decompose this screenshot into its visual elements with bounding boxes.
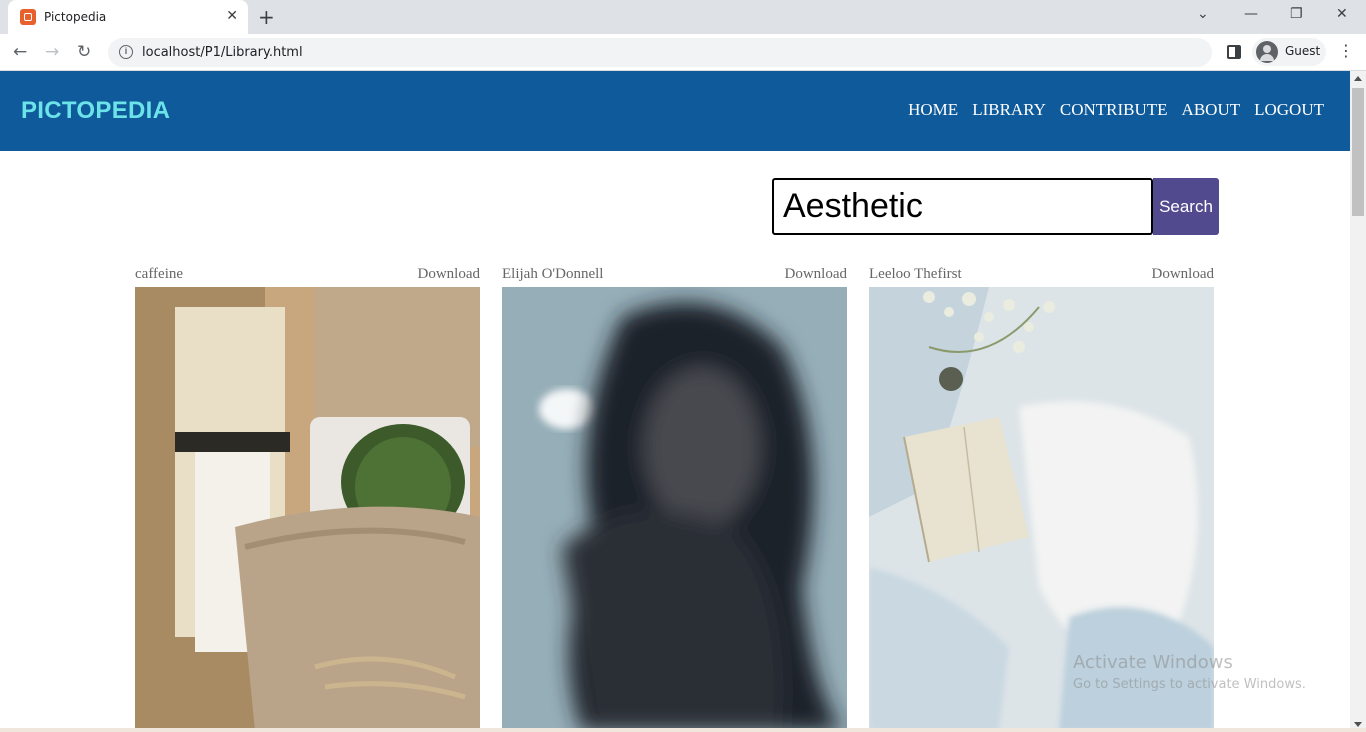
download-link[interactable]: Download [418,266,481,283]
forward-icon[interactable]: → [45,42,59,62]
restore-icon[interactable]: ❐ [1290,6,1303,22]
nav-home[interactable]: HOME [908,100,958,120]
avatar-icon [1256,41,1278,63]
scrollbar-thumb[interactable] [1352,88,1364,216]
reload-icon[interactable]: ↻ [77,42,91,62]
card-author[interactable]: caffeine [135,266,183,283]
photo-card: Elijah O'Donnell Download [502,266,847,731]
minimize-icon[interactable]: — [1244,6,1258,22]
site-logo[interactable]: PICTOPEDIA [21,97,170,125]
search-input[interactable] [772,178,1153,235]
main-nav: HOME LIBRARY CONTRIBUTE ABOUT LOGOUT [908,100,1324,120]
page-viewport: PICTOPEDIA HOME LIBRARY CONTRIBUTE ABOUT… [0,71,1350,732]
tab-title: Pictopedia [44,10,107,24]
page-scrollbar[interactable] [1350,71,1366,732]
browser-menu-icon[interactable]: ⋮ [1338,41,1354,60]
close-tab-icon[interactable]: ✕ [226,8,238,24]
new-tab-icon[interactable]: + [258,5,275,29]
browser-toolbar: ← → ↻ i localhost/P1/Library.html Guest … [0,34,1366,71]
side-panel-icon[interactable] [1227,45,1241,59]
close-window-icon[interactable]: ✕ [1336,6,1348,22]
browser-tab[interactable]: Pictopedia ✕ [8,0,248,34]
search-button[interactable]: Search [1153,178,1219,235]
nav-about[interactable]: ABOUT [1182,100,1241,120]
activation-watermark-title: Activate Windows [1073,652,1233,673]
site-info-icon[interactable]: i [119,45,133,59]
card-meta: caffeine Download [135,266,480,287]
nav-library[interactable]: LIBRARY [972,100,1046,120]
site-header: PICTOPEDIA HOME LIBRARY CONTRIBUTE ABOUT… [0,71,1350,151]
card-author[interactable]: Leeloo Thefirst [869,266,962,283]
url-text: localhost/P1/Library.html [142,45,303,60]
scroll-down-icon[interactable] [1354,722,1362,727]
card-meta: Leeloo Thefirst Download [869,266,1214,287]
browser-tab-bar: Pictopedia ✕ + ⌄ — ❐ ✕ [0,0,1366,34]
back-icon[interactable]: ← [13,42,27,62]
xampp-favicon-icon [20,9,36,25]
photo-cactus[interactable] [135,287,480,731]
photo-card: caffeine Download [135,266,480,731]
nav-logout[interactable]: LOGOUT [1254,100,1324,120]
download-link[interactable]: Download [1152,266,1215,283]
download-link[interactable]: Download [785,266,848,283]
card-meta: Elijah O'Donnell Download [502,266,847,287]
nav-contribute[interactable]: CONTRIBUTE [1060,100,1168,120]
profile-button[interactable]: Guest [1252,38,1326,66]
taskbar-edge [0,728,1366,732]
address-bar[interactable]: i localhost/P1/Library.html [108,38,1212,67]
activation-watermark-subtitle: Go to Settings to activate Windows. [1073,677,1306,692]
profile-name: Guest [1285,44,1321,58]
card-author[interactable]: Elijah O'Donnell [502,266,603,283]
search-form: Search [772,178,1219,235]
scroll-up-icon[interactable] [1354,76,1362,81]
tab-search-icon[interactable]: ⌄ [1197,6,1209,22]
photo-blurred-portrait[interactable] [502,287,847,731]
